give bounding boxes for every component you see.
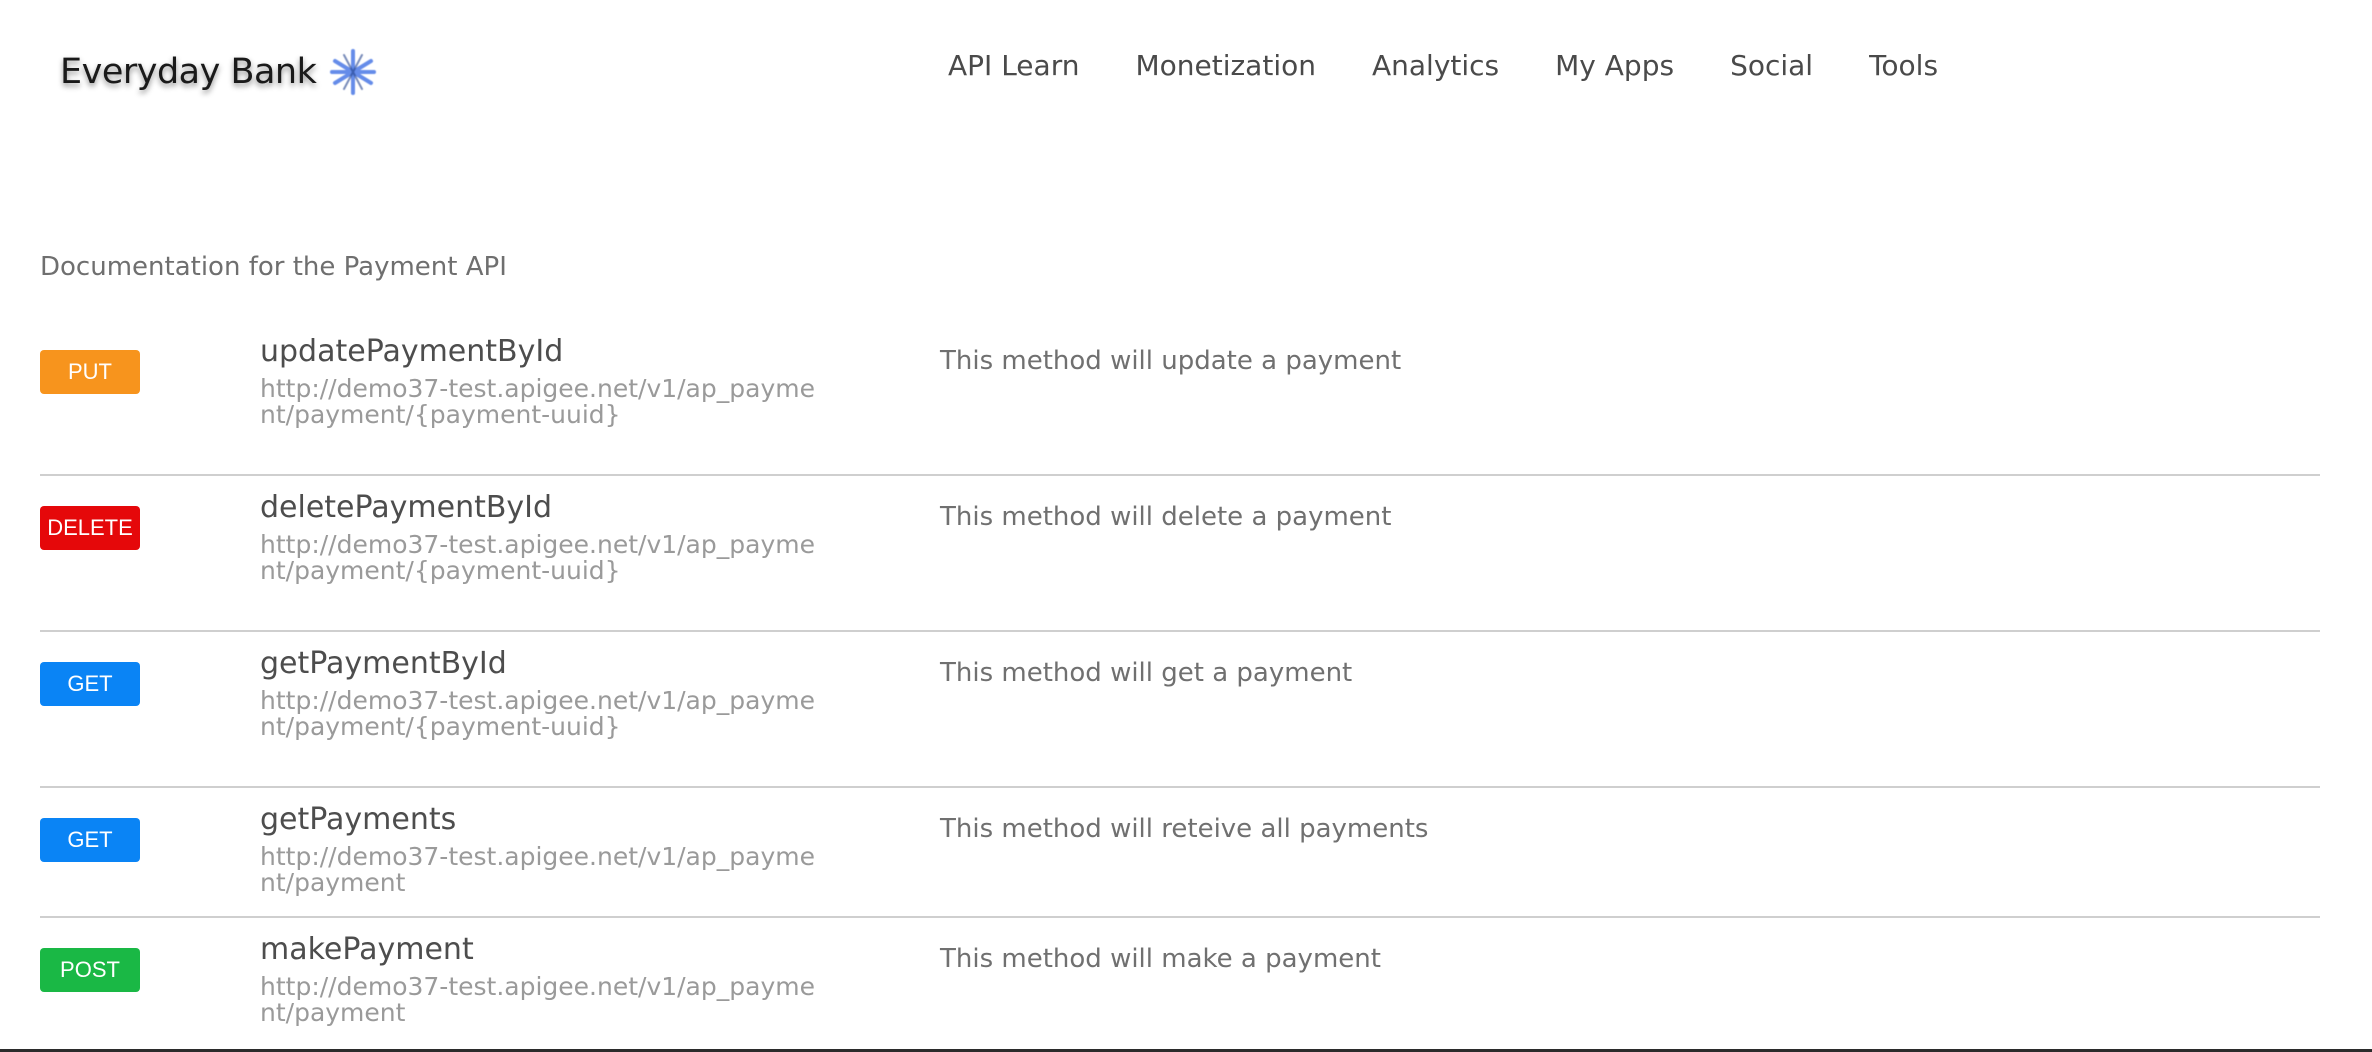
nav-social[interactable]: Social: [1730, 49, 1813, 82]
snowflake-star-icon: [330, 49, 377, 95]
logo-text: Everyday Bank: [60, 52, 317, 92]
nav-monetization[interactable]: Monetization: [1135, 49, 1316, 82]
operation-row[interactable]: GET getPaymentById http://demo37-test.ap…: [40, 632, 2320, 788]
nav-api-learn[interactable]: API Learn: [948, 49, 1079, 82]
main-nav: API Learn Monetization Analytics My Apps…: [948, 44, 1938, 86]
method-badge-delete[interactable]: DELETE: [40, 506, 140, 550]
operation-name[interactable]: getPaymentById: [260, 646, 507, 681]
nav-my-apps[interactable]: My Apps: [1555, 49, 1674, 82]
page: Everyday Bank API Learn Monetization Ana…: [0, 0, 2372, 1052]
nav-tools[interactable]: Tools: [1869, 49, 1938, 82]
operation-url: http://demo37-test.apigee.net/v1/ap_paym…: [260, 530, 815, 585]
site-header: Everyday Bank API Learn Monetization Ana…: [0, 0, 2372, 140]
operation-description: This method will reteive all payments: [940, 814, 1429, 844]
operation-url: http://demo37-test.apigee.net/v1/ap_paym…: [260, 972, 815, 1027]
operation-name[interactable]: getPayments: [260, 802, 456, 837]
operation-row[interactable]: POST makePayment http://demo37-test.apig…: [40, 918, 2320, 1048]
method-badge-get[interactable]: GET: [40, 818, 140, 862]
operation-url: http://demo37-test.apigee.net/v1/ap_paym…: [260, 374, 815, 429]
logo[interactable]: Everyday Bank: [60, 42, 380, 102]
operation-url: http://demo37-test.apigee.net/v1/ap_paym…: [260, 686, 815, 741]
operation-description: This method will get a payment: [940, 658, 1353, 688]
method-badge-put[interactable]: PUT: [40, 350, 140, 394]
operation-description: This method will delete a payment: [940, 502, 1392, 532]
operation-name[interactable]: updatePaymentById: [260, 334, 563, 369]
method-badge-get[interactable]: GET: [40, 662, 140, 706]
operation-description: This method will make a payment: [940, 944, 1381, 974]
operation-row[interactable]: DELETE deletePaymentById http://demo37-t…: [40, 476, 2320, 632]
nav-analytics[interactable]: Analytics: [1372, 49, 1499, 82]
operation-name[interactable]: deletePaymentById: [260, 490, 552, 525]
operation-description: This method will update a payment: [940, 346, 1402, 376]
operation-url: http://demo37-test.apigee.net/v1/ap_paym…: [260, 842, 815, 897]
operation-name[interactable]: makePayment: [260, 932, 474, 967]
method-badge-post[interactable]: POST: [40, 948, 140, 992]
page-title: Documentation for the Payment API: [40, 252, 507, 282]
operation-row[interactable]: PUT updatePaymentById http://demo37-test…: [40, 320, 2320, 476]
operations-list: PUT updatePaymentById http://demo37-test…: [40, 320, 2320, 1048]
operation-row[interactable]: GET getPayments http://demo37-test.apige…: [40, 788, 2320, 918]
